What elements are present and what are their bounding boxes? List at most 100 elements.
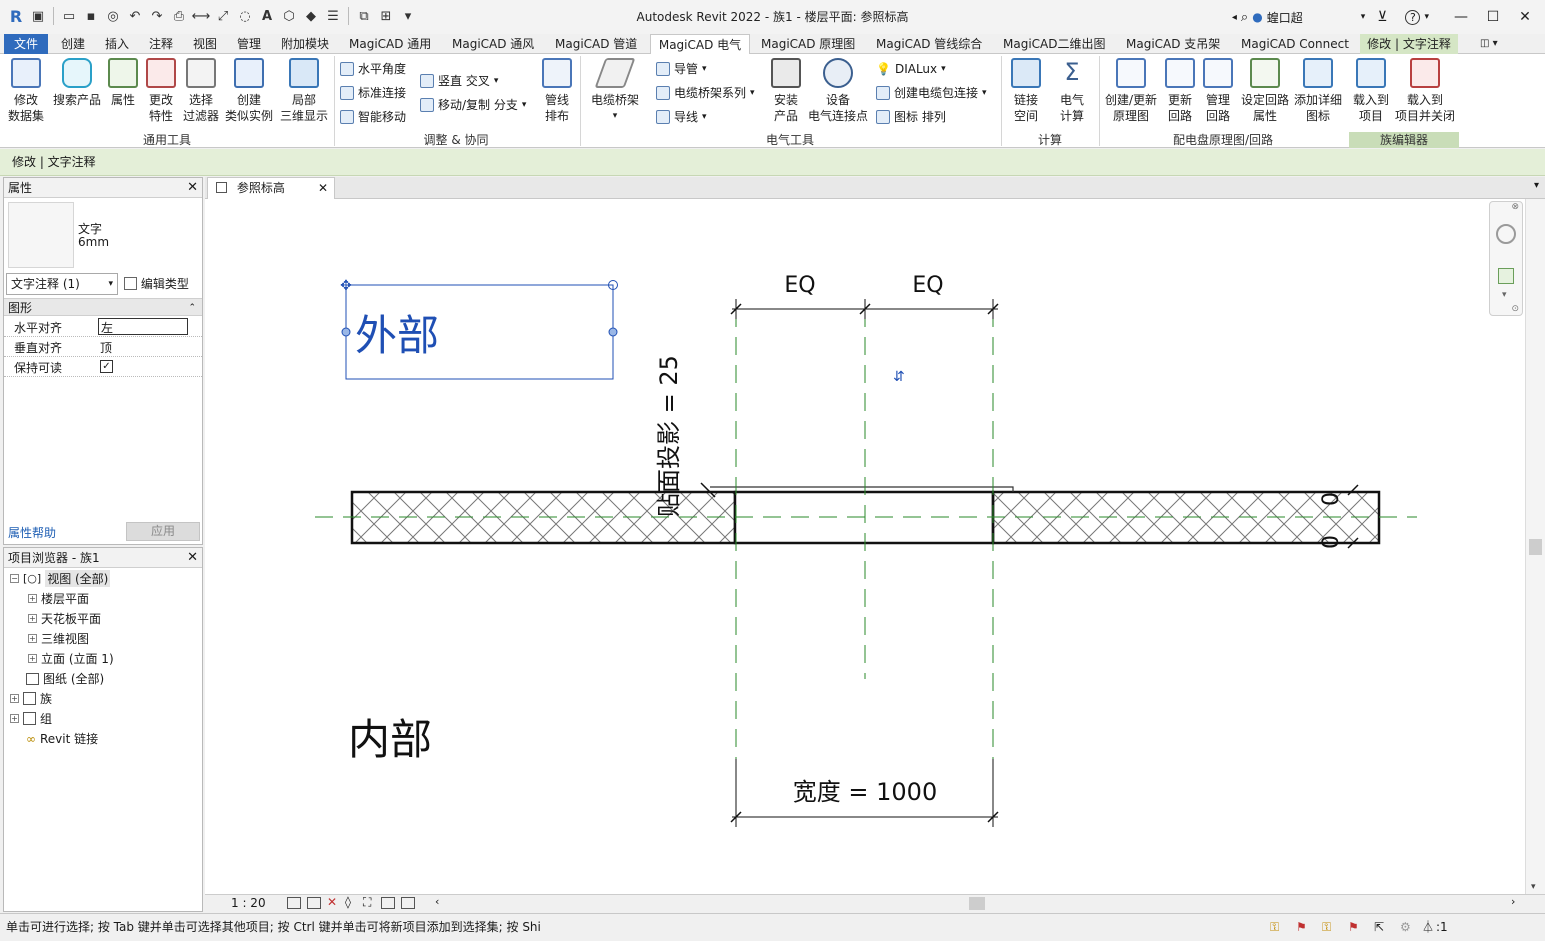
expand-icon[interactable]: + bbox=[10, 694, 19, 703]
temporary-hide-icon[interactable] bbox=[401, 897, 415, 909]
print-icon[interactable]: ⎙ bbox=[169, 5, 189, 27]
vertical-scroll-thumb[interactable] bbox=[1529, 539, 1542, 555]
install-product-button[interactable]: 安装 产品 bbox=[766, 56, 806, 124]
undo-icon[interactable]: ↶ bbox=[125, 5, 145, 27]
ribbon-minimize-icon[interactable]: ◫ ▾ bbox=[1480, 34, 1498, 54]
close-properties-icon[interactable]: ✕ bbox=[187, 178, 198, 198]
horizontal-angle-button[interactable]: 水平角度 bbox=[340, 58, 406, 80]
text-note-outside[interactable]: 外部 bbox=[355, 311, 439, 360]
hscroll-left-icon[interactable]: ‹ bbox=[435, 895, 439, 908]
tree-item-revit-links[interactable]: ∞ Revit 链接 bbox=[26, 730, 98, 747]
expand-icon[interactable]: + bbox=[28, 634, 37, 643]
zero-label-top[interactable]: 0 bbox=[1319, 492, 1344, 506]
create-similar-button[interactable]: 创建 类似实例 bbox=[222, 56, 276, 124]
cable-tray-button[interactable]: 电缆桥架 ▾ bbox=[586, 56, 644, 124]
zero-label-bottom[interactable]: 0 bbox=[1319, 535, 1344, 549]
resize-handle-right[interactable] bbox=[608, 327, 618, 337]
help-icon[interactable]: ? bbox=[1405, 9, 1421, 25]
load-into-project-close-button[interactable]: 载入到 项目并关闭 bbox=[1392, 56, 1458, 124]
move-copy-branch-button[interactable]: 移动/复制 分支 ▾ bbox=[420, 94, 526, 116]
filter-icon[interactable]: ⏃ bbox=[1422, 914, 1434, 941]
user-name[interactable]: 蝗口超 bbox=[1267, 9, 1357, 26]
tab-file[interactable]: 文件 bbox=[4, 34, 48, 54]
pipeline-layout-button[interactable]: 管线 排布 bbox=[538, 56, 576, 124]
sun-path-icon[interactable]: ✕ bbox=[327, 895, 337, 909]
tab-annotate[interactable]: 注释 bbox=[149, 34, 173, 54]
conduit-button[interactable]: 导管 ▾ bbox=[656, 58, 707, 80]
tab-create[interactable]: 创建 bbox=[61, 34, 85, 54]
update-circuit-button[interactable]: 更新 回路 bbox=[1162, 56, 1198, 124]
search-product-button[interactable]: 搜索产品 bbox=[50, 56, 104, 108]
change-properties-button[interactable]: 更改 特性 bbox=[142, 56, 180, 124]
zoom-chevron-icon[interactable]: ▾ bbox=[1502, 290, 1507, 300]
tab-addins[interactable]: 附加模块 bbox=[281, 34, 329, 54]
background-process-icon[interactable]: ⚙ bbox=[1400, 914, 1411, 941]
pinned-icon[interactable]: ⚿ bbox=[1322, 914, 1331, 941]
vertical-cross-button[interactable]: 竖直 交叉 ▾ bbox=[420, 70, 498, 92]
home-icon[interactable]: ▣ bbox=[28, 5, 48, 27]
tree-item-families[interactable]: + 族 bbox=[10, 690, 52, 707]
crop-view-icon[interactable]: ⛶ bbox=[363, 895, 371, 910]
revit-logo-icon[interactable]: R bbox=[6, 5, 26, 27]
measure-icon[interactable]: ⟷ bbox=[191, 5, 211, 27]
sync-icon[interactable]: ◎ bbox=[103, 5, 123, 27]
maximize-icon[interactable]: ☐ bbox=[1479, 6, 1507, 28]
selection-filter-button[interactable]: 选择 过滤器 bbox=[182, 56, 220, 124]
tag-icon[interactable]: ◌ bbox=[235, 5, 255, 27]
apply-button[interactable]: 应用 bbox=[126, 522, 200, 541]
switch-windows-icon[interactable]: ⊞ bbox=[376, 5, 396, 27]
dimension-icon[interactable]: ⤢ bbox=[213, 5, 233, 27]
tab-magicad-general[interactable]: MagiCAD 通用 bbox=[349, 34, 431, 54]
icon-arrange-button[interactable]: 图标 排列 bbox=[876, 106, 946, 128]
tab-insert[interactable]: 插入 bbox=[105, 34, 129, 54]
resize-handle-left[interactable] bbox=[341, 327, 351, 337]
move-handle-icon[interactable]: ✥ bbox=[340, 278, 352, 294]
tree-item-sheets[interactable]: 图纸 (全部) bbox=[26, 670, 104, 687]
open-icon[interactable]: ▭ bbox=[59, 5, 79, 27]
nav-left-icon[interactable]: ◂ bbox=[1232, 12, 1237, 23]
dialux-button[interactable]: 💡 DIALux ▾ bbox=[876, 58, 946, 80]
expand-icon[interactable]: + bbox=[10, 714, 19, 723]
properties-help-link[interactable]: 属性帮助 bbox=[8, 524, 56, 541]
keep-readable-checkbox[interactable]: ✓ bbox=[100, 360, 113, 373]
view-scale[interactable]: 1 : 20 bbox=[231, 896, 266, 910]
load-into-project-button[interactable]: 载入到 项目 bbox=[1350, 56, 1392, 124]
expand-icon[interactable]: + bbox=[28, 654, 37, 663]
tab-view[interactable]: 视图 bbox=[193, 34, 217, 54]
tab-magicad-coordination[interactable]: MagiCAD 管线综合 bbox=[876, 34, 982, 54]
create-update-schematic-button[interactable]: 创建/更新 原理图 bbox=[1102, 56, 1160, 124]
nav-options-icon[interactable]: ⊙ bbox=[1511, 304, 1519, 314]
tree-item-3d-views[interactable]: + 三维视图 bbox=[28, 630, 89, 647]
tree-item-views[interactable]: − [○] 视图 (全部) bbox=[10, 570, 111, 587]
wire-button[interactable]: 导线 ▾ bbox=[656, 106, 707, 128]
tab-magicad-electrical[interactable]: MagiCAD 电气 bbox=[650, 34, 750, 55]
tab-modify-text-note[interactable]: 修改 | 文字注释 bbox=[1360, 34, 1458, 54]
close-browser-icon[interactable]: ✕ bbox=[187, 548, 198, 568]
detail-level-icon[interactable] bbox=[287, 897, 301, 909]
minimize-icon[interactable]: — bbox=[1447, 6, 1475, 28]
drag-elements-icon[interactable]: ⇱ bbox=[1374, 914, 1384, 941]
underlay-icon[interactable]: ⚑ bbox=[1296, 914, 1307, 941]
tab-magicad-ventilation[interactable]: MagiCAD 通风 bbox=[452, 34, 534, 54]
eq-dimension[interactable] bbox=[730, 299, 999, 319]
section-icon[interactable]: ◆ bbox=[301, 5, 321, 27]
binoculars-icon[interactable]: ⌕ bbox=[1241, 10, 1248, 25]
editable-links-icon[interactable]: ⚿ bbox=[1270, 914, 1279, 941]
expand-icon[interactable]: + bbox=[28, 614, 37, 623]
horizontal-scroll-thumb[interactable] bbox=[969, 897, 985, 910]
tab-magicad-2d[interactable]: MagiCAD二维出图 bbox=[1003, 34, 1106, 54]
tab-magicad-supports[interactable]: MagiCAD 支吊架 bbox=[1126, 34, 1220, 54]
eq-label-left[interactable]: EQ bbox=[784, 273, 815, 298]
cart-icon[interactable]: ⊻ bbox=[1377, 9, 1387, 25]
view-tabs-menu-icon[interactable]: ▾ bbox=[1534, 180, 1539, 191]
create-cable-package-button[interactable]: 创建电缆包连接 ▾ bbox=[876, 82, 987, 104]
drawing-canvas[interactable]: EQ EQ ⇵ 宽度 = 1000 贴面投影 = 25 0 0 ✥ 外部 内部 … bbox=[205, 199, 1525, 894]
manage-circuit-button[interactable]: 管理 回路 bbox=[1200, 56, 1236, 124]
text-note-inside[interactable]: 内部 bbox=[348, 715, 432, 764]
eq-label-right[interactable]: EQ bbox=[912, 273, 943, 298]
electrical-calc-button[interactable]: Σ 电气 计算 bbox=[1050, 56, 1094, 124]
close-icon[interactable]: ✕ bbox=[1511, 6, 1539, 28]
graphics-section[interactable]: 图形 ⌃ bbox=[4, 298, 202, 316]
edit-type-button[interactable]: 编辑类型 bbox=[124, 273, 200, 295]
expand-icon[interactable]: + bbox=[28, 594, 37, 603]
